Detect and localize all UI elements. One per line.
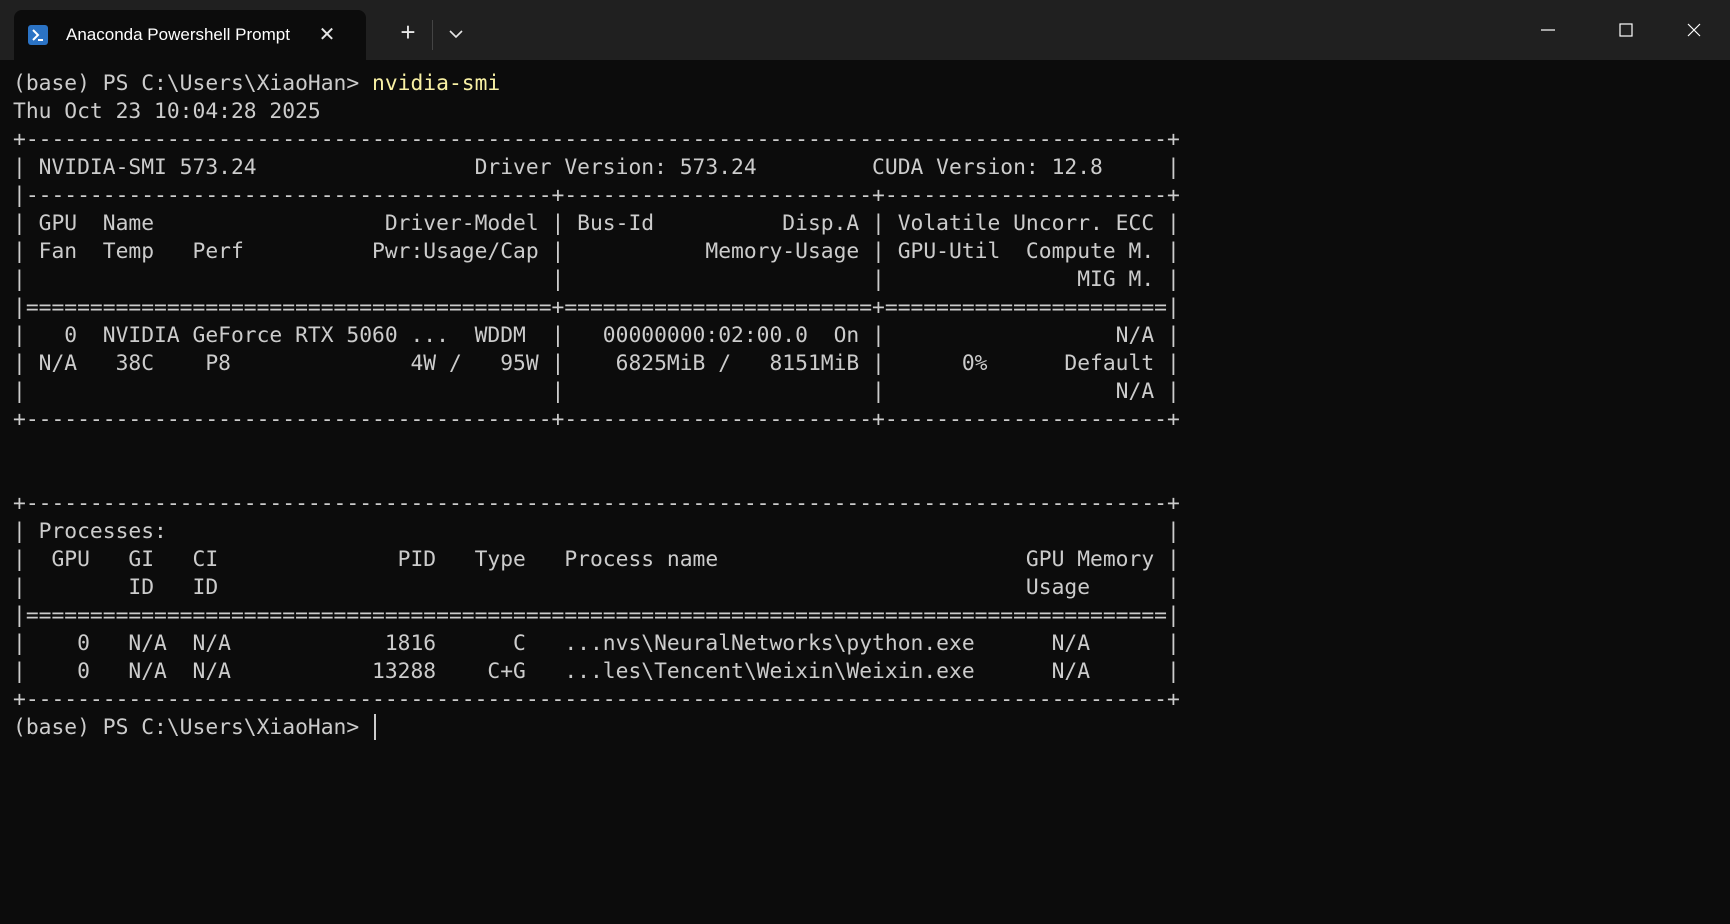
output-line: | GPU GI CI PID Type Process name GPU Me… — [13, 547, 1180, 572]
output-line: +---------------------------------------… — [13, 491, 1180, 516]
output-line: | Processes: | — [13, 519, 1180, 544]
close-tab-icon[interactable]: ✕ — [316, 24, 338, 46]
output-line: |=======================================… — [13, 295, 1180, 320]
close-button[interactable] — [1664, 0, 1724, 60]
powershell-icon — [28, 25, 48, 45]
output-line: +---------------------------------------… — [13, 407, 1180, 432]
output-line: | 0 N/A N/A 1816 C ...nvs\NeuralNetworks… — [13, 631, 1180, 656]
output-line: | Fan Temp Perf Pwr:Usage/Cap | Memory-U… — [13, 239, 1180, 264]
final-prompt: (base) PS C:\Users\XiaoHan> — [13, 715, 373, 740]
output-line: |---------------------------------------… — [13, 183, 1180, 208]
minimize-button[interactable] — [1518, 0, 1578, 60]
output-line: +---------------------------------------… — [13, 687, 1180, 712]
final-prompt-line: (base) PS C:\Users\XiaoHan> — [13, 714, 1730, 742]
terminal-output[interactable]: (base) PS C:\Users\XiaoHan> nvidia-smi T… — [13, 70, 1730, 924]
close-icon — [1687, 23, 1701, 37]
output-line: |=======================================… — [13, 603, 1180, 628]
text-cursor — [374, 714, 377, 740]
output-line: | 0 NVIDIA GeForce RTX 5060 ... WDDM | 0… — [13, 323, 1180, 348]
tab-anaconda-powershell[interactable]: Anaconda Powershell Prompt ✕ — [14, 10, 366, 60]
output-line: | N/A 38C P8 4W / 95W | 6825MiB / 8151Mi… — [13, 351, 1180, 376]
new-tab-button[interactable]: + — [390, 18, 426, 54]
tab-separator — [432, 20, 433, 50]
maximize-button[interactable] — [1596, 0, 1656, 60]
output-line: | ID ID Usage | — [13, 575, 1180, 600]
chevron-down-icon[interactable] — [440, 18, 472, 50]
prompt: (base) PS C:\Users\XiaoHan> — [13, 71, 373, 96]
command-line: (base) PS C:\Users\XiaoHan> nvidia-smi — [13, 70, 1730, 98]
maximize-icon — [1619, 23, 1633, 37]
output-line: | NVIDIA-SMI 573.24 Driver Version: 573.… — [13, 155, 1180, 180]
output-line: | GPU Name Driver-Model | Bus-Id Disp.A … — [13, 211, 1180, 236]
title-bar: Anaconda Powershell Prompt ✕ + — [0, 0, 1730, 60]
output-line: | 0 N/A N/A 13288 C+G ...les\Tencent\Wei… — [13, 659, 1180, 684]
minimize-icon — [1541, 29, 1555, 31]
tab-title: Anaconda Powershell Prompt — [66, 25, 290, 44]
output-line: | | | MIG M. | — [13, 267, 1180, 292]
output-line: +---------------------------------------… — [13, 127, 1180, 152]
output-line: | | | N/A | — [13, 379, 1180, 404]
output-line: Thu Oct 23 10:04:28 2025 — [13, 99, 321, 124]
command: nvidia-smi — [372, 71, 501, 96]
output-lines: Thu Oct 23 10:04:28 2025 +---------------… — [13, 98, 1730, 714]
